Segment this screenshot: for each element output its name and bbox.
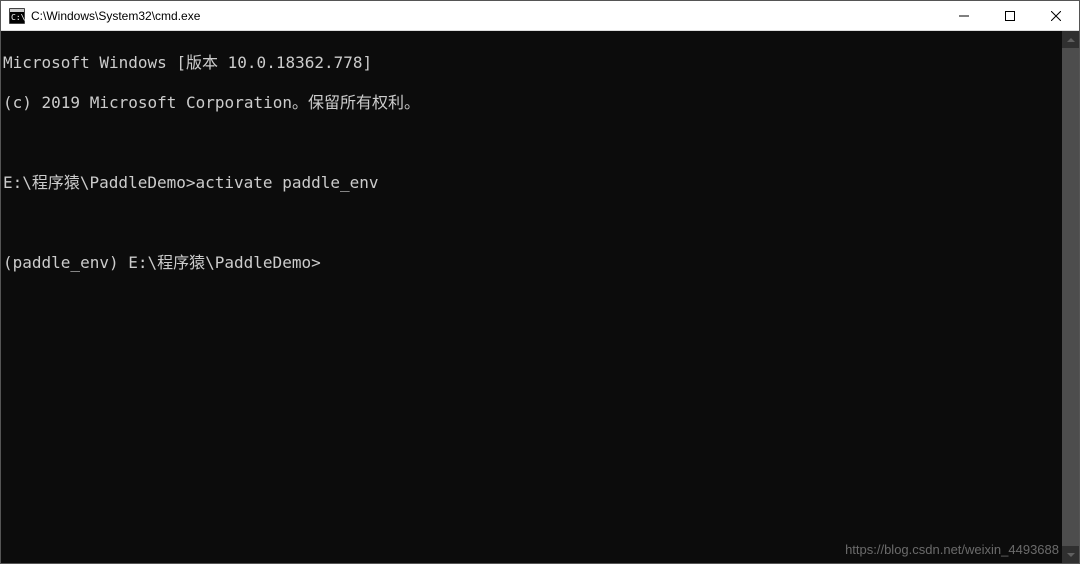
svg-text:C:\: C:\ xyxy=(11,13,25,22)
cursor xyxy=(321,256,329,272)
terminal-line xyxy=(3,133,1062,153)
cmd-window: C:\ C:\Windows\System32\cmd.exe Microsof… xyxy=(0,0,1080,564)
window-title: C:\Windows\System32\cmd.exe xyxy=(31,9,941,23)
terminal-line: Microsoft Windows [版本 10.0.18362.778] xyxy=(3,53,1062,73)
terminal-line xyxy=(3,213,1062,233)
scrollbar-down-button[interactable] xyxy=(1062,546,1079,563)
close-button[interactable] xyxy=(1033,1,1079,30)
terminal-body[interactable]: Microsoft Windows [版本 10.0.18362.778] (c… xyxy=(1,31,1079,563)
cmd-icon: C:\ xyxy=(9,8,25,24)
scrollbar[interactable] xyxy=(1062,31,1079,563)
terminal-content[interactable]: Microsoft Windows [版本 10.0.18362.778] (c… xyxy=(1,31,1062,563)
terminal-line: (c) 2019 Microsoft Corporation。保留所有权利。 xyxy=(3,93,1062,113)
scrollbar-thumb[interactable] xyxy=(1062,48,1079,546)
terminal-prompt: (paddle_env) E:\程序猿\PaddleDemo> xyxy=(3,253,1062,273)
watermark: https://blog.csdn.net/weixin_4493688 xyxy=(845,542,1059,557)
scrollbar-up-button[interactable] xyxy=(1062,31,1079,48)
terminal-line: E:\程序猿\PaddleDemo>activate paddle_env xyxy=(3,173,1062,193)
maximize-button[interactable] xyxy=(987,1,1033,30)
titlebar[interactable]: C:\ C:\Windows\System32\cmd.exe xyxy=(1,1,1079,31)
minimize-button[interactable] xyxy=(941,1,987,30)
window-controls xyxy=(941,1,1079,30)
